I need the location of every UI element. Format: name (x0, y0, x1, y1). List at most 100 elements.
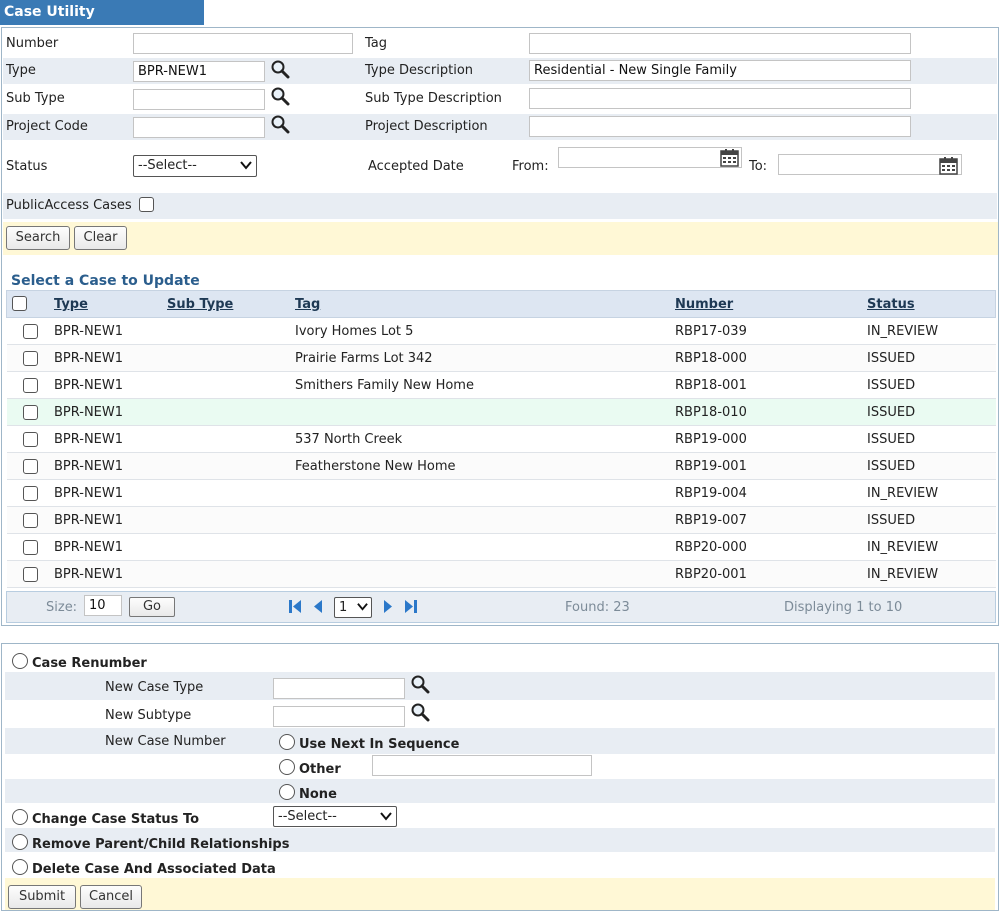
table-row[interactable]: BPR-NEW1 RBP20-000 IN_REVIEW (7, 534, 996, 561)
case-renumber-radio[interactable] (12, 653, 28, 669)
row-checkbox[interactable] (23, 351, 38, 366)
column-header-tag[interactable]: Tag (295, 297, 320, 312)
row-checkbox[interactable] (23, 540, 38, 555)
row-checkbox[interactable] (23, 486, 38, 501)
use-next-radio[interactable] (279, 734, 295, 750)
project-code-label: Project Code (6, 119, 88, 134)
row-tag: Prairie Farms Lot 342 (295, 351, 433, 366)
row-status: ISSUED (867, 459, 916, 474)
row-status: ISSUED (867, 432, 916, 447)
table-row[interactable]: BPR-NEW1 Featherstone New Home RBP19-001… (7, 453, 996, 480)
project-description-input[interactable] (529, 116, 911, 137)
subtype-label: Sub Type (6, 91, 65, 106)
first-page-icon[interactable] (288, 599, 302, 614)
row-tag: Featherstone New Home (295, 459, 456, 474)
row-tag: 537 North Creek (295, 432, 403, 447)
row-number: RBP19-004 (675, 486, 747, 501)
prev-page-icon[interactable] (312, 599, 324, 614)
table-row[interactable]: BPR-NEW1 537 North Creek RBP19-000 ISSUE… (7, 426, 996, 453)
tag-input[interactable] (529, 33, 911, 54)
go-button[interactable]: Go (129, 597, 175, 617)
results-heading: Select a Case to Update (11, 273, 200, 289)
magnifier-icon[interactable] (270, 86, 290, 106)
table-row[interactable]: BPR-NEW1 Prairie Farms Lot 342 RBP18-000… (7, 345, 996, 372)
magnifier-icon[interactable] (270, 59, 290, 79)
search-button[interactable]: Search (6, 226, 70, 250)
table-row[interactable]: BPR-NEW1 Smithers Family New Home RBP18-… (7, 372, 996, 399)
row-type: BPR-NEW1 (54, 513, 124, 528)
from-label: From: (512, 159, 549, 174)
change-status-radio[interactable] (12, 809, 28, 825)
last-page-icon[interactable] (404, 599, 418, 614)
status-select[interactable]: --Select-- (133, 155, 257, 177)
column-header-status[interactable]: Status (867, 297, 915, 312)
column-header-subtype[interactable]: Sub Type (167, 297, 233, 312)
row-checkbox[interactable] (23, 513, 38, 528)
row-status: ISSUED (867, 513, 916, 528)
new-subtype-input[interactable] (273, 706, 405, 727)
public-access-label: PublicAccess Cases (6, 198, 132, 213)
other-radio[interactable] (279, 759, 295, 775)
case-renumber-label: Case Renumber (32, 656, 147, 671)
row-checkbox[interactable] (23, 567, 38, 582)
column-header-number[interactable]: Number (675, 297, 733, 312)
calendar-icon[interactable] (720, 148, 739, 167)
submit-button[interactable]: Submit (8, 885, 76, 909)
page-select[interactable]: 1 (334, 597, 372, 618)
table-row[interactable]: BPR-NEW1 RBP19-004 IN_REVIEW (7, 480, 996, 507)
table-row[interactable]: BPR-NEW1 Ivory Homes Lot 5 RBP17-039 IN_… (7, 318, 996, 345)
magnifier-icon[interactable] (410, 674, 430, 694)
number-input[interactable] (133, 33, 353, 54)
table-row[interactable]: BPR-NEW1 RBP19-007 ISSUED (7, 507, 996, 534)
row-type: BPR-NEW1 (54, 459, 124, 474)
delete-case-radio[interactable] (12, 859, 28, 875)
clear-button[interactable]: Clear (74, 226, 127, 250)
project-description-label: Project Description (365, 119, 488, 134)
row-type: BPR-NEW1 (54, 486, 124, 501)
row-type: BPR-NEW1 (54, 378, 124, 393)
use-next-label: Use Next In Sequence (299, 737, 460, 752)
row-checkbox[interactable] (23, 324, 38, 339)
from-date-input[interactable] (558, 147, 742, 168)
status-label: Status (6, 159, 48, 174)
new-case-type-input[interactable] (273, 678, 405, 699)
row-checkbox[interactable] (23, 432, 38, 447)
row-checkbox[interactable] (23, 405, 38, 420)
public-access-checkbox[interactable] (139, 197, 154, 212)
new-subtype-label: New Subtype (105, 708, 192, 723)
type-label: Type (6, 63, 36, 78)
actions-panel: Case Renumber New Case Type New Subtype … (1, 643, 999, 911)
none-radio[interactable] (279, 784, 295, 800)
row-number: RBP17-039 (675, 324, 747, 339)
subtype-input[interactable] (133, 89, 265, 110)
row-tag: Ivory Homes Lot 5 (295, 324, 414, 339)
type-description-input[interactable]: Residential - New Single Family (529, 60, 911, 81)
column-header-type[interactable]: Type (54, 297, 88, 312)
next-page-icon[interactable] (382, 599, 394, 614)
row-status: IN_REVIEW (867, 567, 939, 582)
row-checkbox[interactable] (23, 378, 38, 393)
subtype-description-input[interactable] (529, 88, 911, 109)
project-code-input[interactable] (133, 117, 265, 138)
magnifier-icon[interactable] (270, 114, 290, 134)
select-all-checkbox[interactable] (12, 296, 27, 311)
page-size-input[interactable]: 10 (84, 595, 122, 616)
table-row[interactable]: BPR-NEW1 RBP20-001 IN_REVIEW (7, 561, 996, 588)
change-status-select[interactable]: --Select-- (273, 806, 397, 827)
row-checkbox[interactable] (23, 459, 38, 474)
change-status-label: Change Case Status To (32, 812, 200, 827)
accepted-date-label: Accepted Date (368, 159, 464, 174)
calendar-icon[interactable] (939, 156, 958, 175)
row-status: IN_REVIEW (867, 324, 939, 339)
row-status: IN_REVIEW (867, 540, 939, 555)
table-row[interactable]: BPR-NEW1 RBP18-010 ISSUED (7, 399, 996, 426)
row-number: RBP19-000 (675, 432, 747, 447)
row-type: BPR-NEW1 (54, 351, 124, 366)
magnifier-icon[interactable] (410, 702, 430, 722)
row-number: RBP19-001 (675, 459, 747, 474)
type-input[interactable]: BPR-NEW1 (133, 61, 265, 82)
remove-relationships-radio[interactable] (12, 834, 28, 850)
other-number-input[interactable] (372, 755, 592, 776)
cancel-button[interactable]: Cancel (80, 885, 142, 909)
to-date-input[interactable] (778, 154, 962, 175)
